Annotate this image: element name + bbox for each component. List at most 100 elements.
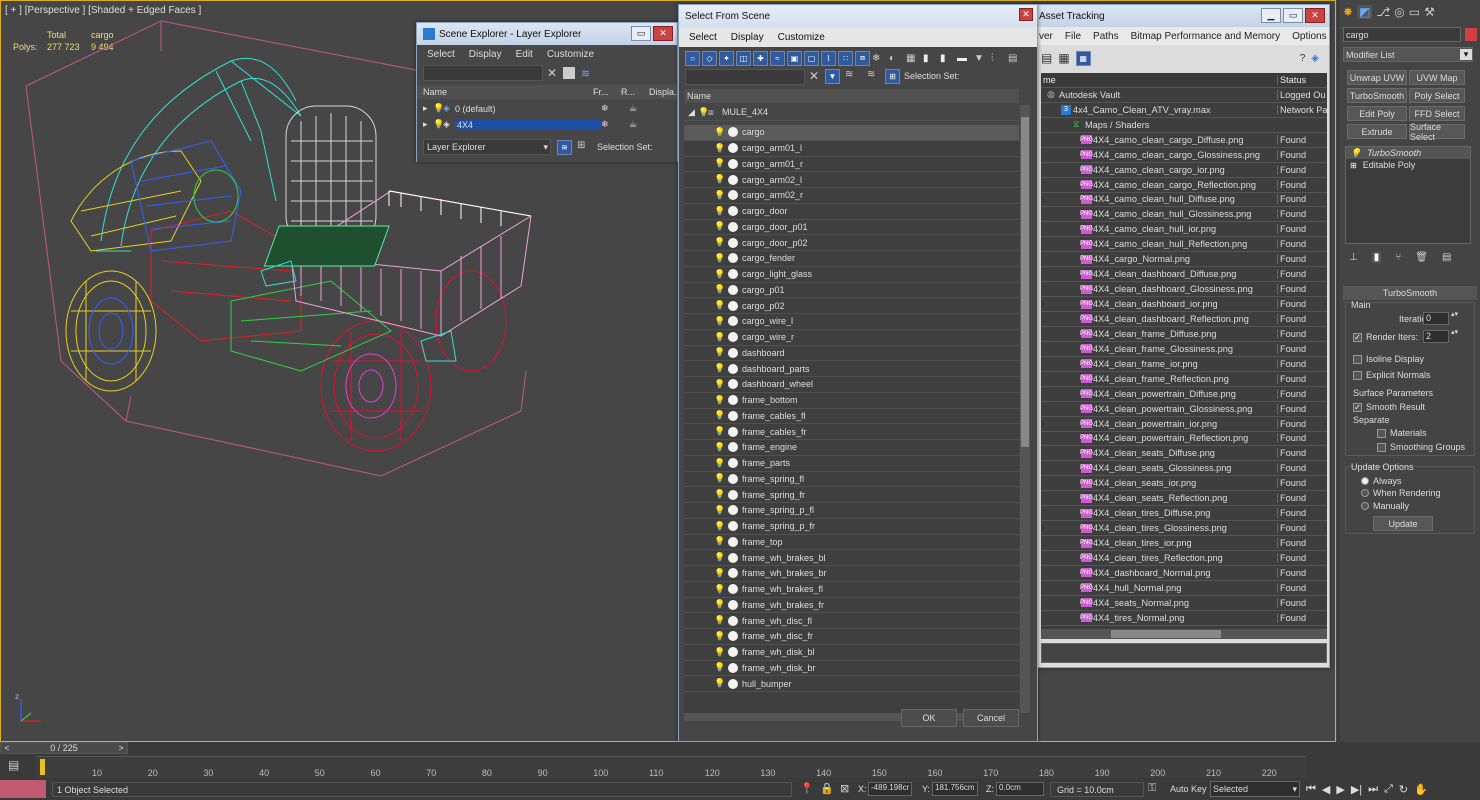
help-icon[interactable]: ? (1300, 53, 1306, 64)
lightbulb-icon[interactable]: 💡 (714, 599, 725, 610)
table-row[interactable]: PNG 4X4_clean_powertrain_ior.png Found (1041, 417, 1327, 432)
asset-tracking-window[interactable]: Asset Tracking ▁ ▭ ✕ ver File Paths Bitm… (1036, 4, 1330, 668)
list-item[interactable]: 💡 frame_spring_p_fr (684, 519, 1019, 535)
modify-tab-icon[interactable]: ◩ (1357, 5, 1373, 19)
list-view-icon[interactable]: ▤ (1041, 51, 1052, 65)
lightbulb-icon[interactable]: 💡 (714, 284, 725, 295)
table-row[interactable]: PNG 4X4_clean_powertrain_Reflection.png Fo… (1041, 432, 1327, 447)
at-menu-server[interactable]: ver (1039, 31, 1053, 42)
iterations-spinner[interactable]: 0 (1423, 312, 1449, 325)
filter-funnel-icon[interactable]: ▼ (974, 53, 989, 64)
collapse-arrow-icon[interactable]: ◢ (688, 107, 698, 118)
se-col-freeze[interactable]: Fr... (593, 87, 621, 97)
geometry-filter-icon[interactable]: ○ (685, 50, 700, 66)
smooth-result-checkbox[interactable]: ✓ (1353, 402, 1362, 412)
vault-icon[interactable]: ◈ (1311, 53, 1319, 64)
lightbulb-icon[interactable]: 💡 (714, 568, 725, 579)
table-row[interactable]: PNG 4X4_tires_Normal.png Found (1041, 611, 1327, 626)
object-color-swatch[interactable] (1465, 28, 1477, 41)
list-item[interactable]: 💡 frame_spring_p_fl (684, 503, 1019, 519)
ok-button[interactable]: OK (901, 709, 957, 727)
render-iters-spinner[interactable]: 2 (1423, 330, 1449, 343)
lightbulb-icon[interactable]: 💡 (714, 379, 725, 390)
sfs-object-list[interactable]: 💡 cargo 💡 cargo_arm01_l 💡 cargo_arm01_r 💡 cargo… (684, 125, 1019, 715)
expand-arrow-icon[interactable]: ▸ (423, 119, 433, 130)
command-panel[interactable]: ✸ ◩ ⎇ ◎ ▭ ⚒ cargo Modifier List ▾ Unwrap… (1338, 0, 1480, 742)
thumbnail-view-icon[interactable]: ▦ (1058, 51, 1069, 65)
se-menu-edit[interactable]: Edit (516, 49, 533, 60)
pan-icon[interactable]: ✋ (1414, 783, 1428, 796)
group-filter-icon[interactable]: ▣ (787, 50, 802, 66)
list-item[interactable]: 💡 cargo_arm01_r (684, 157, 1019, 173)
table-row[interactable]: PNG 4X4_camo_clean_cargo_ior.png Found (1041, 163, 1327, 178)
goto-end-icon[interactable]: ⏭ (1368, 783, 1378, 796)
particle-filter-icon[interactable]: ∷ (838, 50, 853, 66)
lightbulb-icon[interactable]: 💡 (714, 332, 725, 343)
explorer-type-dropdown[interactable]: Layer Explorer ▾ (423, 139, 551, 155)
lightbulb-icon[interactable]: 💡 (1350, 148, 1361, 159)
list-item[interactable]: 💡 cargo_door_p02 (684, 235, 1019, 251)
list-item[interactable]: 💡 cargo_arm01_l (684, 141, 1019, 157)
z-coordinate-field[interactable]: 0.0cm (996, 782, 1044, 796)
options-icon[interactable]: ▤ (1008, 53, 1023, 64)
at-path-field[interactable] (1041, 643, 1327, 663)
table-view-icon[interactable]: ▦ (1075, 50, 1091, 66)
turbosmooth-button[interactable]: TurboSmooth (1347, 88, 1407, 103)
list-item[interactable]: 💡 cargo_door_p01 (684, 220, 1019, 236)
lightbulb-icon[interactable]: 💡 (433, 119, 444, 130)
sfs-root-row[interactable]: ◢ 💡 ⧈ MULE_4X4 (684, 105, 1019, 121)
lightbulb-icon[interactable]: 💡 (714, 237, 725, 248)
list-item[interactable]: 💡 frame_wh_brakes_br (684, 566, 1019, 582)
key-icon[interactable]: ⚿ (1148, 782, 1156, 795)
hidden-filter-icon[interactable]: ◐ (889, 53, 904, 64)
table-row[interactable]: PNG 4X4_camo_clean_hull_ior.png Found (1041, 222, 1327, 238)
container-filter-icon[interactable]: ⧈ (855, 50, 870, 66)
x-coordinate-field[interactable]: -489.198cr (868, 782, 912, 796)
layer-mode-icon[interactable]: ≋ (557, 140, 572, 155)
close-button[interactable]: ✕ (1019, 8, 1033, 21)
se-col-display[interactable]: Displa... (649, 87, 682, 97)
lightbulb-icon[interactable]: 💡 (714, 458, 725, 469)
lightbulb-icon[interactable]: 💡 (714, 221, 725, 232)
list-item[interactable]: 💡 frame_cables_fl (684, 409, 1019, 425)
at-col-status[interactable]: Status (1277, 74, 1327, 85)
next-key-icon[interactable]: ▶| (1351, 783, 1362, 796)
se-col-name[interactable]: Name (417, 87, 593, 97)
table-row[interactable]: PNG 4X4_camo_clean_cargo_Reflection.png Fo… (1041, 178, 1327, 193)
minimize-button[interactable]: ▁ (1261, 8, 1281, 23)
list-item[interactable]: 💡 frame_bottom (684, 393, 1019, 409)
layers-filter-icon[interactable]: ≋ (845, 69, 853, 80)
layer-mode-icon[interactable]: ≋ (867, 69, 875, 80)
materials-checkbox[interactable] (1377, 428, 1386, 438)
filter-icon[interactable] (563, 67, 575, 79)
find-icon[interactable]: ▬ (957, 53, 972, 64)
at-scroll-thumb[interactable] (1111, 630, 1221, 638)
list-item[interactable]: 💡 hull_bumper (684, 676, 1019, 692)
list-item[interactable]: 💡 frame_wh_brakes_fl (684, 582, 1019, 598)
table-row[interactable]: PNG 4X4_clean_frame_Diffuse.png Found (1041, 327, 1327, 342)
lightbulb-icon[interactable]: 💡 (714, 206, 725, 217)
lightbulb-icon[interactable]: 💡 (714, 442, 725, 453)
expand-plus-icon[interactable]: ⊞ (1350, 161, 1357, 170)
table-row[interactable]: PNG 4X4_clean_tires_Reflection.png Found (1041, 551, 1327, 566)
lightbulb-icon[interactable]: 💡 (714, 505, 725, 516)
list-item[interactable]: 💡 cargo_arm02_r (684, 188, 1019, 204)
list-item[interactable]: 💡 cargo_p02 (684, 298, 1019, 314)
uvw-map-button[interactable]: UVW Map (1409, 70, 1465, 85)
sfs-menu-customize[interactable]: Customize (778, 32, 825, 43)
isoline-display-checkbox[interactable] (1353, 354, 1362, 364)
asset-grid[interactable]: me Status ◍ Autodesk Vault Logged Ou 3 4x4… (1041, 73, 1327, 629)
remove-modifier-icon[interactable]: 🗑 (1415, 252, 1428, 263)
minimize-button[interactable]: ▭ (631, 26, 651, 41)
list-item[interactable]: 💡 cargo_wire_l (684, 314, 1019, 330)
prev-key-icon[interactable]: ◀ (1322, 783, 1330, 796)
lightbulb-icon[interactable]: 💡 (714, 127, 725, 138)
select-none-icon[interactable]: ▮ (923, 53, 938, 64)
explicit-normals-checkbox[interactable] (1353, 370, 1362, 380)
se-menu-customize[interactable]: Customize (547, 49, 594, 60)
sfs-titlebar[interactable]: Select From Scene ✕ (679, 5, 1037, 27)
at-horizontal-scrollbar[interactable] (1041, 629, 1327, 639)
pin-icon[interactable]: 📍 (800, 782, 814, 795)
lightbulb-icon[interactable]: 💡 (714, 300, 725, 311)
xref-filter-icon[interactable]: ▢ (804, 50, 819, 66)
